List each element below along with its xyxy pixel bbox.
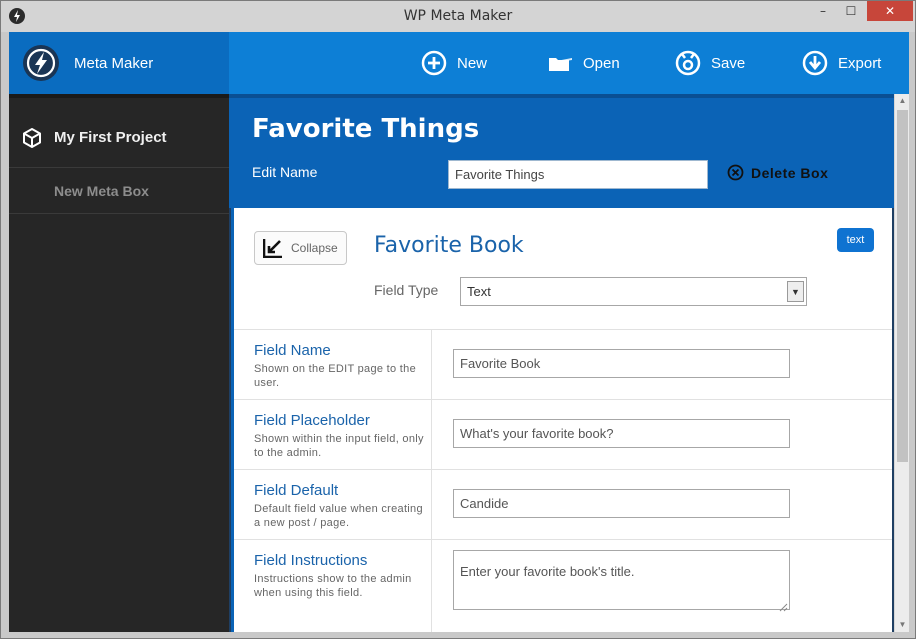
chevron-down-icon: ▼ — [787, 281, 804, 302]
field-default-input[interactable] — [453, 489, 790, 518]
row-label-cell: Field Placeholder Shown within the input… — [234, 400, 432, 469]
row-label-cell: Field Name Shown on the EDIT page to the… — [234, 330, 432, 399]
field-instructions-textarea[interactable]: Enter your favorite book's title. — [453, 550, 790, 610]
field-default-desc: Default field value when creating a new … — [254, 503, 423, 529]
header: Meta Maker New Open Save Export — [9, 32, 909, 94]
sidebar-item-label: New Meta Box — [54, 182, 149, 199]
cube-icon — [21, 127, 43, 149]
toolbar: New Open Save Export — [229, 32, 909, 94]
new-label: New — [457, 54, 488, 72]
row-field-placeholder: Field Placeholder Shown within the input… — [234, 399, 892, 469]
client-area: Meta Maker New Open Save Export My First… — [9, 32, 909, 632]
scroll-thumb[interactable] — [897, 110, 908, 462]
collapse-button[interactable]: Collapse — [254, 231, 347, 265]
lightning-logo-icon — [23, 45, 59, 81]
export-button[interactable]: Export — [802, 49, 881, 77]
maximize-button[interactable]: ☐ — [837, 1, 865, 21]
field-placeholder-desc: Shown within the input field, only to th… — [254, 433, 424, 459]
collapse-arrow-icon — [262, 238, 283, 259]
row-field-default: Field Default Default field value when c… — [234, 469, 892, 539]
field-type-label: Field Type — [374, 282, 439, 298]
new-button[interactable]: New — [421, 49, 487, 77]
title-bar[interactable]: WP Meta Maker – ☐ ✕ — [1, 1, 915, 32]
download-circle-icon — [802, 50, 828, 76]
field-instructions-label: Field Instructions — [254, 552, 368, 569]
field-name-label: Field Name — [254, 342, 331, 359]
vertical-scrollbar[interactable]: ▲ ▼ — [894, 94, 909, 632]
field-name-input[interactable] — [453, 349, 790, 378]
field-type-select[interactable]: Text ▼ — [460, 277, 807, 306]
meta-box-header: Favorite Things Edit Name Delete Box — [229, 94, 894, 208]
brand-name: Meta Maker — [74, 54, 154, 72]
main-content: Favorite Things Edit Name Delete Box Col… — [229, 94, 894, 632]
window-title: WP Meta Maker — [403, 8, 513, 24]
sidebar-item-new-meta-box[interactable]: New Meta Box — [9, 168, 229, 214]
plus-circle-icon — [421, 50, 447, 76]
field-placeholder-input[interactable] — [453, 419, 790, 448]
field-default-label: Field Default — [254, 482, 339, 499]
save-label: Save — [711, 54, 746, 72]
delete-box-label: Delete Box — [751, 164, 829, 181]
open-label: Open — [583, 54, 620, 72]
row-label-cell: Field Instructions Instructions show to … — [234, 540, 432, 632]
close-button[interactable]: ✕ — [867, 1, 913, 21]
brand: Meta Maker — [9, 32, 229, 94]
field-name-desc: Shown on the EDIT page to the user. — [254, 363, 416, 389]
field-type-value: Text — [467, 284, 491, 299]
sidebar-project-label: My First Project — [54, 129, 167, 146]
sidebar-item-project[interactable]: My First Project — [9, 98, 229, 168]
minimize-button[interactable]: – — [809, 1, 837, 21]
field-title: Favorite Book — [374, 233, 524, 258]
resize-grip-icon[interactable] — [779, 599, 788, 612]
box-name-input[interactable] — [448, 160, 708, 189]
meta-box-title: Favorite Things — [252, 114, 480, 144]
field-type-badge[interactable]: text — [837, 228, 874, 252]
app-window: WP Meta Maker – ☐ ✕ Meta Maker New Open … — [0, 0, 916, 639]
field-card: Collapse Favorite Book text Field Type T… — [231, 208, 892, 632]
open-button[interactable]: Open — [547, 49, 620, 77]
collapse-label: Collapse — [291, 241, 338, 255]
row-field-instructions: Field Instructions Instructions show to … — [234, 539, 892, 632]
edit-name-label: Edit Name — [252, 164, 318, 180]
delete-box-button[interactable]: Delete Box — [727, 164, 828, 181]
row-field-name: Field Name Shown on the EDIT page to the… — [234, 329, 892, 399]
scroll-up-icon[interactable]: ▲ — [895, 94, 909, 108]
close-circle-icon — [727, 164, 744, 181]
field-instructions-desc: Instructions show to the admin when usin… — [254, 573, 412, 599]
row-label-cell: Field Default Default field value when c… — [234, 470, 432, 539]
folder-open-icon — [547, 50, 573, 76]
save-button[interactable]: Save — [675, 49, 745, 77]
field-placeholder-label: Field Placeholder — [254, 412, 370, 429]
scroll-down-icon[interactable]: ▼ — [895, 618, 909, 632]
save-icon — [675, 50, 701, 76]
sidebar: My First Project New Meta Box — [9, 94, 229, 632]
export-label: Export — [838, 54, 882, 72]
